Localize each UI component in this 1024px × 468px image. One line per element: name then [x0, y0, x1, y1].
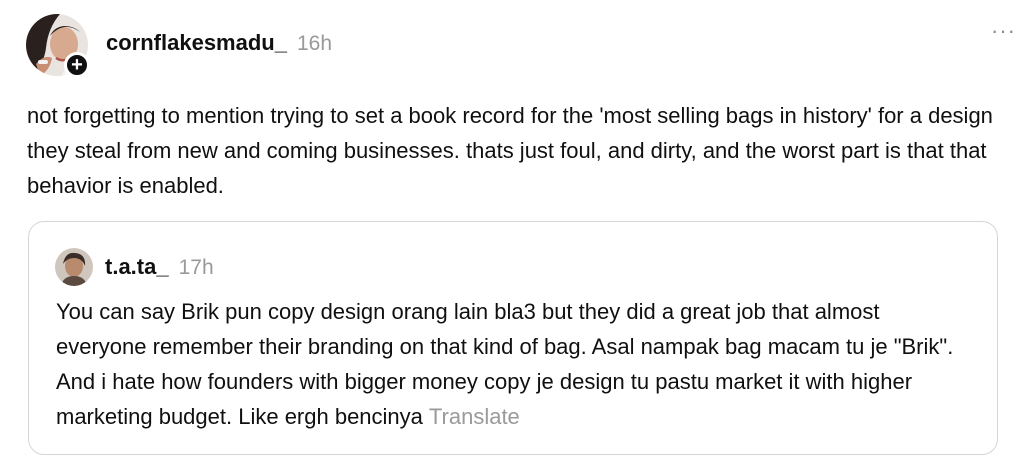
author-name-row: cornflakesmadu_ 16h: [106, 30, 332, 56]
follow-plus-icon[interactable]: +: [64, 52, 90, 78]
post-header: + cornflakesmadu_ 16h: [26, 14, 1002, 80]
more-options-icon[interactable]: ···: [991, 20, 1016, 42]
translate-link[interactable]: Translate: [429, 404, 520, 429]
post-body: not forgetting to mention trying to set …: [27, 103, 993, 198]
quoted-author-avatar-icon[interactable]: [55, 248, 93, 286]
post-timestamp: 16h: [296, 32, 333, 55]
author-username[interactable]: cornflakesmadu_: [106, 30, 287, 56]
quoted-author-username[interactable]: t.a.ta_: [105, 254, 169, 280]
thread-post: + cornflakesmadu_ 16h ··· not forgetting…: [0, 0, 1024, 468]
quoted-name-row: t.a.ta_ 17h: [105, 254, 214, 280]
quoted-post-timestamp: 17h: [178, 256, 214, 279]
author-avatar[interactable]: +: [26, 14, 90, 78]
quoted-post-header: t.a.ta_ 17h: [55, 248, 214, 286]
quoted-post-body: You can say Brik pun copy design orang l…: [56, 294, 966, 434]
quoted-post-card[interactable]: t.a.ta_ 17h You can say Brik pun copy de…: [28, 221, 998, 455]
